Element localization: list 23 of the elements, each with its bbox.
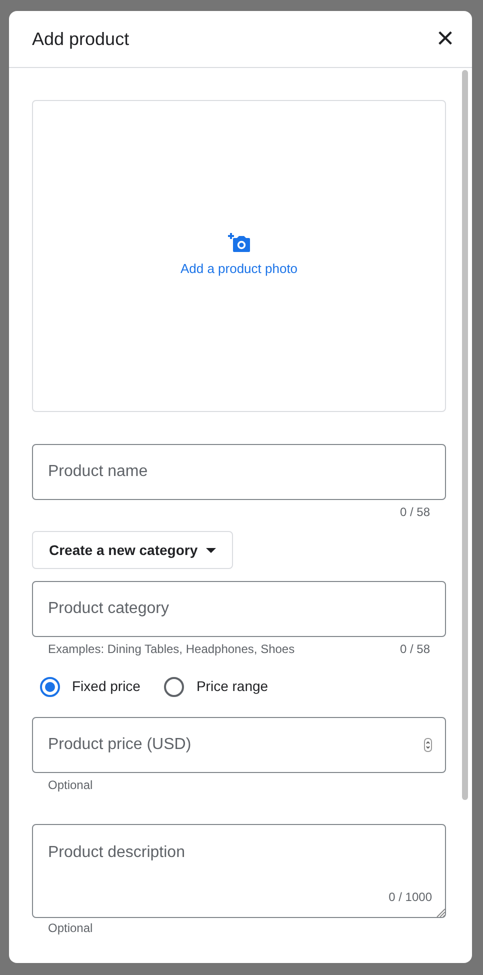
photo-upload-area[interactable]: Add a product photo — [32, 100, 446, 412]
hint-text: Optional — [47, 777, 94, 792]
price-field[interactable]: Product price (USD) — [32, 717, 446, 773]
scrollbar-thumb[interactable] — [462, 70, 468, 800]
hint-text: Optional — [47, 920, 94, 935]
text-field[interactable]: Product category — [32, 581, 446, 637]
radio-button[interactable] — [164, 676, 184, 696]
resize-handle-icon — [436, 908, 445, 917]
add-photo-label: Add a product photo — [180, 260, 298, 278]
text-field[interactable]: Product name — [32, 444, 446, 500]
radio-label: Fixed price — [72, 677, 140, 696]
add-photo-icon — [227, 233, 251, 254]
dialog-title: Add product — [32, 28, 130, 51]
category-dropdown[interactable]: Create a new category — [32, 531, 233, 569]
character-counter: 0 / 58 — [400, 642, 430, 656]
radio-button[interactable] — [40, 676, 60, 696]
radio-label: Price range — [196, 677, 268, 696]
character-counter: 0 / 58 — [400, 505, 430, 519]
spinner-icon[interactable] — [424, 738, 432, 752]
close-button[interactable]: × — [436, 24, 454, 54]
caret-icon — [206, 548, 216, 552]
hint-text: Examples: Dining Tables, Headphones, Shoes — [48, 642, 295, 656]
character-counter: 0 / 1000 — [388, 889, 432, 906]
